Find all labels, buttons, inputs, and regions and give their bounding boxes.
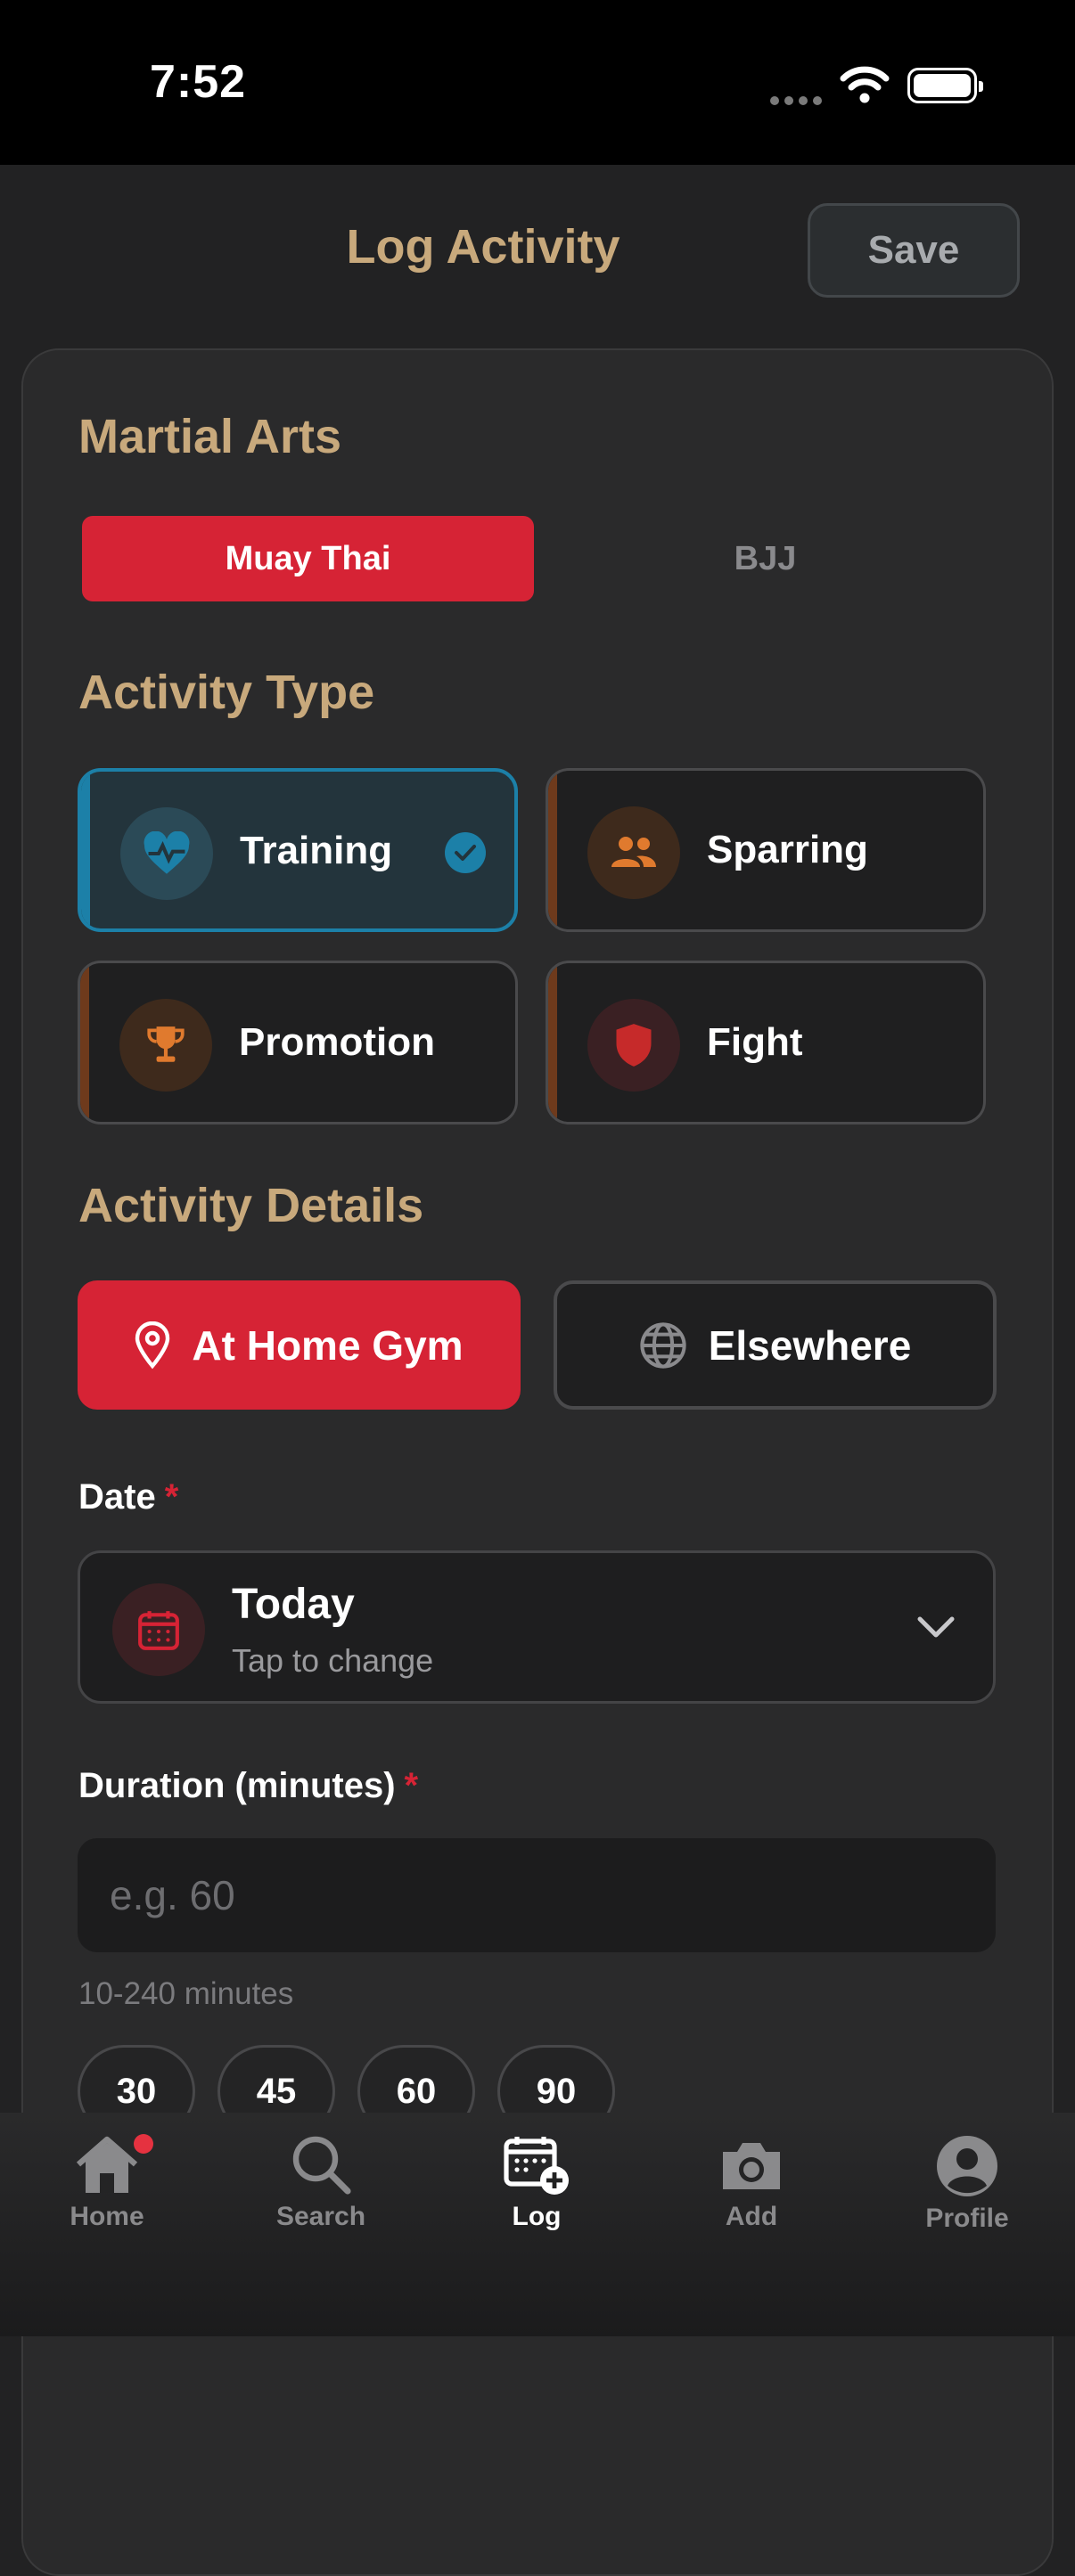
- tab-label: Add: [725, 2202, 778, 2231]
- required-mark: *: [164, 1477, 179, 1517]
- card-accent-stripe: [548, 963, 557, 1122]
- home-icon: [76, 2136, 138, 2193]
- activity-type-training[interactable]: Training: [78, 768, 518, 932]
- card-accent-stripe: [80, 963, 89, 1122]
- check-icon: [445, 832, 486, 873]
- save-button[interactable]: Save: [808, 203, 1020, 298]
- tab-profile[interactable]: Profile: [869, 2134, 1065, 2241]
- status-bar: 7:52: [0, 0, 1075, 165]
- card-accent-stripe: [81, 772, 90, 928]
- tab-label: Log: [512, 2202, 562, 2231]
- date-label-text: Date: [78, 1477, 156, 1517]
- segment-bjj[interactable]: BJJ: [539, 516, 991, 601]
- profile-icon: [937, 2136, 997, 2196]
- globe-icon: [640, 1321, 686, 1369]
- location-pin-icon: [135, 1321, 170, 1369]
- duration-label: Duration (minutes) *: [78, 1766, 418, 1806]
- heart-pulse-icon: [120, 807, 213, 900]
- activity-type-fight[interactable]: Fight: [546, 961, 986, 1124]
- activity-details-heading: Activity Details: [78, 1179, 424, 1232]
- chevron-down-icon: [917, 1616, 955, 1638]
- date-hint: Tap to change: [232, 1642, 434, 1679]
- calendar-add-icon: [504, 2137, 569, 2195]
- duration-input[interactable]: [78, 1838, 996, 1952]
- date-value: Today: [232, 1581, 355, 1628]
- martial-arts-heading: Martial Arts: [78, 410, 342, 463]
- required-mark: *: [404, 1766, 419, 1805]
- trophy-icon: [119, 999, 212, 1092]
- people-icon: [587, 806, 680, 899]
- card-accent-stripe: [548, 771, 557, 929]
- tab-label: Profile: [925, 2204, 1009, 2233]
- wifi-icon: [840, 66, 890, 103]
- at-home-gym-label: At Home Gym: [192, 1321, 464, 1369]
- status-time: 7:52: [150, 56, 247, 108]
- segment-muay-thai[interactable]: Muay Thai: [82, 516, 534, 601]
- at-home-gym-button[interactable]: At Home Gym: [78, 1280, 521, 1410]
- activity-type-heading: Activity Type: [78, 666, 375, 719]
- tab-home[interactable]: Home: [9, 2134, 205, 2241]
- duration-hint: 10-240 minutes: [78, 1976, 294, 2011]
- search-icon: [292, 2136, 351, 2195]
- date-picker[interactable]: Today Tap to change: [78, 1550, 996, 1704]
- tab-log[interactable]: Log: [439, 2134, 635, 2241]
- calendar-icon: [112, 1583, 205, 1676]
- battery-icon: [907, 68, 983, 103]
- elsewhere-button[interactable]: Elsewhere: [554, 1280, 997, 1410]
- tab-add[interactable]: Add: [653, 2134, 849, 2241]
- activity-type-label: Training: [240, 829, 393, 872]
- date-label: Date *: [78, 1477, 178, 1517]
- signal-icon: [770, 94, 827, 110]
- tab-label: Home: [70, 2202, 144, 2231]
- activity-type-sparring[interactable]: Sparring: [546, 768, 986, 932]
- elsewhere-label: Elsewhere: [708, 1321, 912, 1369]
- shield-icon: [587, 999, 680, 1092]
- activity-type-promotion[interactable]: Promotion: [78, 961, 518, 1124]
- tab-search[interactable]: Search: [223, 2134, 419, 2241]
- activity-type-label: Fight: [707, 1020, 803, 1064]
- duration-label-text: Duration (minutes): [78, 1766, 396, 1805]
- activity-type-label: Sparring: [707, 828, 868, 871]
- notification-badge: [134, 2134, 153, 2154]
- tab-label: Search: [275, 2202, 366, 2231]
- camera-icon: [723, 2143, 780, 2189]
- activity-type-label: Promotion: [239, 1020, 435, 1064]
